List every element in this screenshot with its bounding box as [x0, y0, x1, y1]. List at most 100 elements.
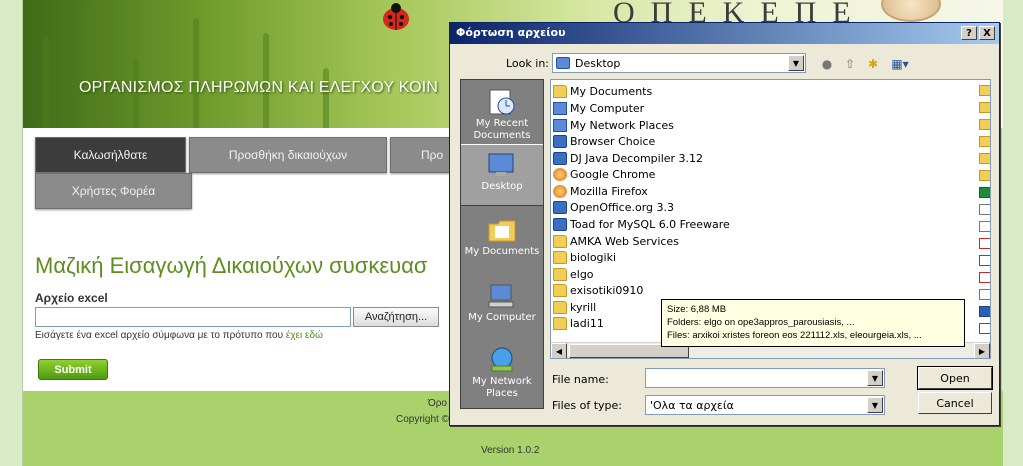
- tooltip-folders: Folders: elgo on ope3appros_parousiasis,…: [667, 317, 855, 328]
- banner-grass: [43, 38, 49, 128]
- list-item[interactable]: elgo: [553, 266, 594, 282]
- list-item[interactable]: My Documents: [553, 83, 652, 99]
- recent-documents-icon: [486, 88, 518, 116]
- chevron-down-icon[interactable]: ▼: [867, 370, 883, 386]
- file-name: My Network Places: [570, 118, 674, 132]
- pdf-file-icon[interactable]: [979, 238, 990, 249]
- file-name: biologiki: [570, 250, 617, 264]
- folder-icon[interactable]: [979, 170, 990, 181]
- file-name: kyrill: [570, 300, 597, 314]
- file-name: Toad for MySQL 6.0 Freeware: [570, 217, 730, 231]
- help-button[interactable]: ?: [961, 26, 977, 40]
- folder-icon: [553, 316, 567, 330]
- ladybug-icon: [383, 3, 409, 30]
- place-recent[interactable]: My Recent Documents: [461, 82, 543, 144]
- banner-grass: [323, 68, 329, 128]
- chevron-down-icon[interactable]: ▼: [867, 397, 883, 413]
- list-item[interactable]: My Computer: [553, 100, 644, 116]
- files-of-type-label: Files of type:: [552, 399, 623, 412]
- open-button[interactable]: Open: [917, 366, 993, 390]
- version-label: Version 1.0.2: [481, 445, 540, 456]
- file-name-input[interactable]: ▼: [645, 368, 885, 388]
- list-item[interactable]: OpenOffice.org 3.3: [553, 199, 674, 215]
- up-folder-icon[interactable]: ⇧: [841, 56, 859, 72]
- tooltip-files: Files: arxikoi xristes foreon eos 221112…: [667, 330, 922, 341]
- document-icon[interactable]: [979, 289, 990, 300]
- browse-button[interactable]: Αναζήτηση...: [353, 307, 439, 327]
- submit-button[interactable]: Submit: [38, 359, 108, 380]
- look-in-label: Look in:: [506, 57, 549, 70]
- word-file-icon[interactable]: [979, 306, 990, 317]
- view-menu-icon[interactable]: ▦▾: [887, 56, 913, 72]
- list-item[interactable]: ladi11: [553, 315, 604, 331]
- nav-third[interactable]: Προ: [390, 137, 450, 173]
- file-name-label: File name:: [552, 373, 609, 386]
- file-name: ladi11: [570, 316, 604, 330]
- place-my-documents[interactable]: My Documents: [461, 210, 543, 272]
- nav-users[interactable]: Χρήστες Φορέα: [35, 173, 192, 209]
- list-item[interactable]: Google Chrome: [553, 166, 655, 182]
- pdf-file-icon[interactable]: [979, 323, 990, 334]
- file-name: Google Chrome: [570, 167, 656, 181]
- folder-icon: [553, 283, 567, 297]
- list-item[interactable]: Toad for MySQL 6.0 Freeware: [553, 216, 730, 232]
- folder-icon: [553, 300, 567, 314]
- file-name: AMKA Web Services: [570, 234, 679, 248]
- look-in-select[interactable]: Desktop ▼: [552, 53, 806, 73]
- list-item[interactable]: Browser Choice: [553, 133, 655, 149]
- footer-terms[interactable]: Όρο: [428, 398, 447, 409]
- chevron-down-icon[interactable]: ▼: [788, 55, 804, 71]
- folder-icon[interactable]: [979, 85, 990, 96]
- chrome-icon: [553, 167, 567, 181]
- excel-file-icon[interactable]: [979, 187, 990, 198]
- emblem-icon: [881, 0, 941, 22]
- folder-icon: [486, 216, 518, 244]
- place-network[interactable]: My Network Places: [461, 340, 543, 402]
- pdf-file-icon[interactable]: [979, 255, 990, 266]
- place-label: My Documents: [464, 246, 540, 257]
- list-item[interactable]: kyrill: [553, 299, 596, 315]
- nav-add-beneficiaries[interactable]: Προσθήκη δικαιούχων: [189, 137, 387, 173]
- folder-icon: [553, 234, 567, 248]
- files-of-type-select[interactable]: 'Ολα τα αρχεία ▼: [645, 395, 885, 415]
- folder-icon[interactable]: [979, 136, 990, 147]
- list-item[interactable]: exisotiki0910: [553, 282, 643, 298]
- folder-icon: [553, 84, 567, 98]
- app-icon: [553, 217, 567, 231]
- folder-icon[interactable]: [979, 102, 990, 113]
- file-name: My Computer: [570, 101, 645, 115]
- document-icon[interactable]: [979, 204, 990, 215]
- file-label: Αρχείο excel: [35, 291, 108, 305]
- dialog-titlebar[interactable]: Φόρτωση αρχείου ? X: [450, 23, 999, 44]
- place-desktop[interactable]: Desktop: [461, 144, 543, 206]
- document-icon[interactable]: [979, 221, 990, 232]
- place-label: My Network Places: [472, 376, 532, 399]
- list-item[interactable]: Mozilla Firefox: [553, 183, 648, 199]
- footer-copyright: Copyright ©: [396, 414, 449, 425]
- template-link[interactable]: έχει εδώ: [286, 330, 323, 341]
- back-icon[interactable]: ●: [818, 56, 836, 72]
- excel-file-input[interactable]: [35, 307, 351, 327]
- list-item[interactable]: biologiki: [553, 249, 616, 265]
- place-my-computer[interactable]: My Computer: [461, 276, 543, 338]
- folder-icon[interactable]: [979, 119, 990, 130]
- list-item[interactable]: AMKA Web Services: [553, 233, 679, 249]
- scroll-right-icon[interactable]: ▶: [974, 343, 990, 358]
- folder-icon[interactable]: [979, 153, 990, 164]
- banner-grass: [83, 8, 89, 128]
- network-icon: [486, 346, 518, 374]
- list-item[interactable]: DJ Java Decompiler 3.12: [553, 150, 703, 166]
- desktop-place-icon: [486, 151, 518, 179]
- file-open-dialog: Φόρτωση αρχείου ? X Look in: Desktop ▼ ●…: [449, 22, 1000, 426]
- nav-welcome[interactable]: Καλωσήλθατε: [35, 137, 186, 173]
- file-name: Browser Choice: [570, 134, 656, 148]
- desktop-icon: [556, 57, 570, 69]
- list-item[interactable]: My Network Places: [553, 117, 674, 133]
- new-folder-icon[interactable]: ✱: [864, 56, 882, 72]
- close-button[interactable]: X: [979, 26, 995, 40]
- pdf-file-icon[interactable]: [979, 272, 990, 283]
- scroll-left-icon[interactable]: ◀: [551, 343, 567, 358]
- tooltip-size: Size: 6,88 MB: [667, 304, 727, 315]
- cancel-button[interactable]: Cancel: [918, 392, 992, 414]
- computer-icon: [553, 101, 567, 115]
